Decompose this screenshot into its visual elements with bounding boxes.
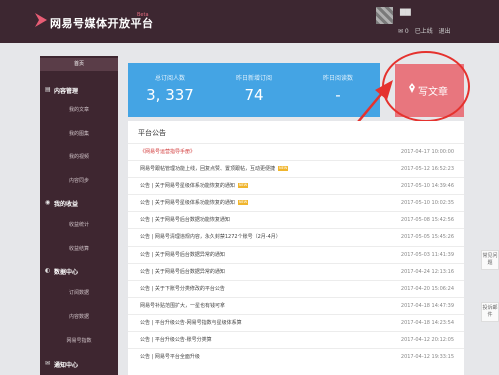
top-header: 网易号媒体开放平台 Beta ▇▇ ✉ 0 已上线 退出 (0, 0, 499, 43)
sidebar-item-earnings-stats[interactable]: 收益统计 (40, 221, 118, 228)
sidebar-group-earnings[interactable]: ◉ 我的收益 (40, 199, 118, 208)
sidebar-item-content-sync[interactable]: 内容同步 (40, 177, 118, 184)
new-badge: NEW (237, 200, 249, 206)
notice-row[interactable]: 网易号补贴范围扩大，一星也有钱可拿 2017-04-18 14:47:39 (128, 296, 464, 314)
notice-row[interactable]: 公告 | 关于网易号星级体系功能恢复的通知 NEW 2017-05-10 14:39… (128, 177, 464, 194)
notice-title[interactable]: 公告 | 关于网易号星级体系功能恢复的通知 NEW (140, 182, 249, 189)
notice-date: 2017-05-08 15:42:56 (400, 217, 454, 224)
notice-date: 2017-04-12 19:33:15 (400, 354, 454, 361)
notice-title[interactable]: 网易号跟帖管理功能上线，回复点赞、置顶跟帖，互动更便捷 NEW (140, 165, 289, 172)
money-icon: ◉ (45, 199, 51, 206)
sidebar-item-index[interactable]: 网易号指数 (40, 337, 118, 344)
sidebar-item-earnings-settlement[interactable]: 收益结算 (40, 245, 118, 252)
sidebar-item-my-videos[interactable]: 我的视频 (40, 153, 118, 160)
notice-row[interactable]: 公告 | 平台升级公告-账号分类算 2017-04-12 20:12:05 (128, 331, 464, 348)
sidebar-group-notifications[interactable]: ✉ 通知中心 (40, 360, 118, 369)
sidebar-group-content[interactable]: ▤ 内容管理 (40, 86, 118, 95)
sidebar: 首页 ▤ 内容管理 我的文章 我的图集 我的视频 内容同步 ◉ 我的收益 收益统… (40, 56, 118, 375)
notice-row[interactable]: 公告 | 关于下账号分类修改的平台公告 2017-04-20 15:06:24 (128, 279, 464, 297)
chart-icon: ◐ (45, 267, 51, 274)
notice-title[interactable]: 网易号补贴范围扩大，一星也有钱可拿 (140, 302, 225, 309)
notice-date: 2017-04-24 12:13:16 (400, 268, 454, 275)
header-links: ✉ 0 已上线 退出 (398, 26, 455, 35)
notice-title[interactable]: 公告 | 关于网易号后台数据异常的通知 (140, 251, 225, 258)
notice-row[interactable]: 网易号跟帖管理功能上线，回复点赞、置顶跟帖，互动更便捷 NEW 2017-05-12… (128, 160, 464, 177)
sidebar-item-my-articles[interactable]: 我的文章 (40, 106, 118, 113)
notice-date: 2017-04-18 14:23:54 (400, 319, 454, 326)
doc-icon: ▤ (45, 86, 51, 93)
notice-row[interactable]: 公告 | 网易号平台全面升级 2017-04-12 19:33:15 (128, 348, 464, 365)
notice-row[interactable]: 公告 | 关于网易号后台数据异常的通知 2017-05-03 11:41:39 (128, 245, 464, 263)
bell-icon: ✉ (45, 360, 51, 367)
notice-row[interactable]: 公告 | 关于网易号星级体系功能恢复的通知 NEW 2017-05-10 10:02… (128, 194, 464, 211)
logout-link[interactable]: 退出 (439, 28, 451, 35)
panel-title: 平台公告 (138, 129, 166, 137)
notice-date: 2017-04-12 20:12:05 (400, 337, 454, 344)
notice-title[interactable]: 公告 | 关于网易号后台数据功能恢复通知 (140, 216, 230, 223)
sidebar-item-subscription-data[interactable]: 订阅数据 (40, 289, 118, 296)
new-badge: NEW (237, 183, 249, 189)
avatar[interactable] (376, 7, 393, 24)
sidebar-item-my-galleries[interactable]: 我的图集 (40, 130, 118, 137)
notice-date: 2017-04-20 15:06:24 (400, 285, 454, 292)
notice-date: 2017-05-03 11:41:39 (400, 251, 454, 258)
logo-icon (35, 13, 47, 27)
username: ▇▇ (400, 8, 411, 16)
notice-row[interactable]: 公告 | 平台升级公告-网易号指数与星级体系算 2017-04-18 14:23:… (128, 313, 464, 331)
notice-list: 《网易号运营指导手册》 2017-04-17 10:00:00 网易号跟帖管理功能上… (128, 143, 464, 365)
mail-link[interactable]: ✉ 0 (398, 28, 409, 35)
notice-title[interactable]: 公告 | 关于下账号分类修改的平台公告 (140, 285, 225, 292)
status-link[interactable]: 已上线 (415, 28, 433, 35)
new-badge: NEW (278, 166, 289, 172)
notice-date: 2017-05-12 16:52:23 (400, 166, 454, 173)
notice-date: 2017-04-17 10:00:00 (400, 149, 454, 155)
sidebar-item-home[interactable]: 首页 (40, 58, 118, 71)
notice-title[interactable]: 公告 | 平台升级公告-网易号指数与星级体系算 (140, 319, 242, 326)
notice-row[interactable]: 《网易号运营指导手册》 2017-04-17 10:00:00 (128, 143, 464, 160)
notice-title[interactable]: 公告 | 关于网易号后台数据异常的通知 (140, 268, 225, 275)
notice-row[interactable]: 公告 | 网易号清理违规内容，永久封禁1272个账号（2月-4月） 2017-05… (128, 228, 464, 245)
sidebar-group-data-center[interactable]: ◐ 数据中心 (40, 267, 118, 276)
notice-row[interactable]: 公告 | 关于网易号后台数据功能恢复通知 2017-05-08 15:42:56 (128, 211, 464, 228)
notice-date: 2017-05-05 15:45:26 (400, 234, 454, 241)
notice-row[interactable]: 公告 | 关于网易号后台数据异常的通知 2017-04-24 12:13:16 (128, 262, 464, 280)
complaint-mail-button[interactable]: 投诉邮件 (481, 302, 499, 322)
notice-title[interactable]: 公告 | 网易号平台全面升级 (140, 353, 200, 360)
sidebar-item-content-data[interactable]: 内容数据 (40, 313, 118, 320)
notice-date: 2017-04-18 14:47:39 (400, 302, 454, 309)
notice-title[interactable]: 公告 | 网易号清理违规内容，永久封禁1272个账号（2月-4月） (140, 233, 281, 240)
notice-date: 2017-05-10 14:39:46 (400, 183, 454, 190)
highlight-circle (382, 51, 470, 122)
notice-date: 2017-05-10 10:02:35 (400, 200, 454, 207)
notices-panel: 平台公告 《网易号运营指导手册》 2017-04-17 10:00:00 网易号跟帖… (128, 121, 464, 375)
beta-badge: Beta (137, 12, 149, 18)
notice-title[interactable]: 《网易号运营指导手册》 (140, 148, 195, 155)
faq-button[interactable]: 常见问题 (481, 250, 499, 270)
notice-title[interactable]: 公告 | 关于网易号星级体系功能恢复的通知 NEW (140, 199, 249, 206)
notice-title[interactable]: 公告 | 平台升级公告-账号分类算 (140, 336, 212, 343)
